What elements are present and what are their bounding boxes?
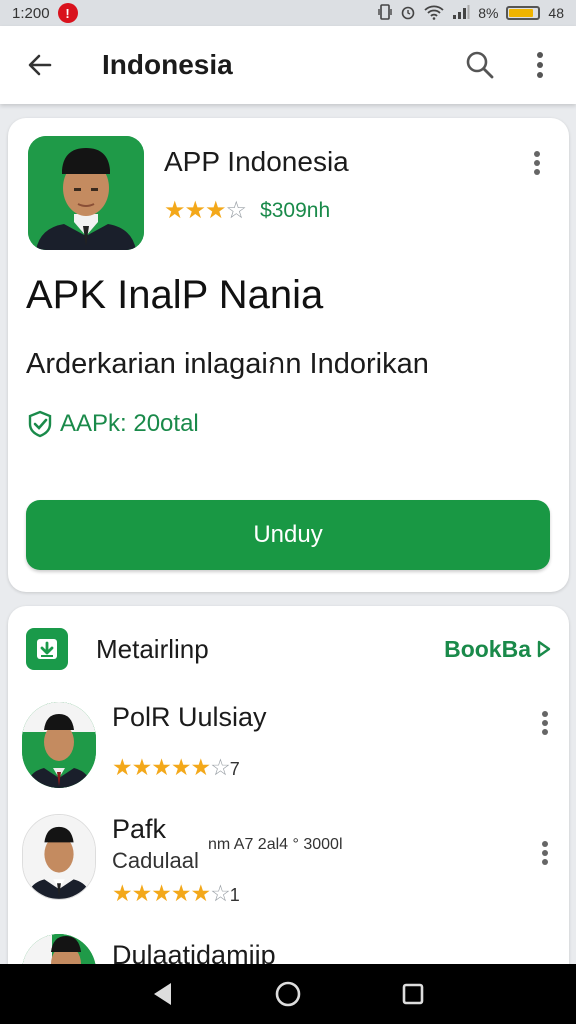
person-portrait-icon	[22, 934, 96, 966]
wifi-icon	[424, 4, 444, 23]
signal-icon	[452, 4, 470, 23]
section-title: Metairlinp	[96, 633, 209, 664]
star-filled-icon: ★	[170, 754, 192, 780]
list-item-name: PolR Uulsiay	[112, 702, 267, 732]
person-portrait-icon	[23, 815, 95, 899]
circle-home-icon	[275, 981, 301, 1007]
search-icon	[466, 51, 494, 79]
list-item-subtitle: Cadulaal	[112, 848, 199, 873]
related-apps-card: Metairlinp BookBa PolR Uulsiay ★★★★★☆7 P…	[8, 606, 569, 966]
star-filled-icon: ★	[190, 754, 212, 780]
see-more-link[interactable]: BookBa	[444, 636, 551, 663]
system-nav-bar	[0, 964, 576, 1024]
app-description: Arderkarian inlagaiกn Indorikan	[26, 348, 429, 380]
star-filled-icon: ★	[131, 880, 153, 906]
item-overflow-button[interactable]	[533, 838, 557, 868]
star-filled-icon: ★	[205, 197, 226, 224]
overflow-menu-button[interactable]	[520, 45, 560, 85]
nav-recents-button[interactable]	[391, 972, 435, 1016]
app-bar: Indonesia	[0, 26, 576, 104]
notification-badge: !	[57, 3, 78, 23]
download-icon	[26, 628, 68, 670]
verified-text: AAPk: 20otal	[60, 410, 199, 437]
star-filled-icon: ★	[184, 197, 206, 224]
nav-home-button[interactable]	[266, 972, 310, 1016]
alarm-icon	[400, 4, 416, 23]
status-time: 1:200	[12, 4, 50, 22]
avatar	[22, 702, 96, 788]
list-item[interactable]: Pafk Cadulaal nm A7 2al4 ° 3000l ★★★★★☆1	[22, 814, 557, 914]
app-name: APP Indonesia	[164, 146, 349, 177]
star-filled-icon: ★	[190, 880, 212, 906]
list-item-stars: ★★★★★☆1	[112, 880, 240, 907]
back-arrow-icon	[28, 54, 52, 76]
star-empty-icon: ☆	[225, 197, 247, 224]
list-item-name: Dulaatidamiip	[112, 940, 276, 966]
app-icon[interactable]	[28, 136, 144, 250]
star-filled-icon: ★	[112, 880, 133, 906]
download-button[interactable]: Unduy	[26, 500, 550, 570]
status-bar: 1:200 ! 8% 48	[0, 0, 576, 26]
play-arrow-icon	[537, 640, 551, 658]
square-recents-icon	[403, 983, 424, 1005]
star-filled-icon: ★	[131, 754, 153, 780]
signal-text: 48	[548, 5, 564, 21]
app-headline: APK InalP Nania	[26, 273, 324, 317]
star-empty-icon: ☆	[210, 754, 231, 780]
see-more-label: BookBa	[444, 635, 531, 662]
rating-row: ★★★☆ $309nh	[164, 196, 330, 225]
item-overflow-button[interactable]	[533, 708, 557, 738]
more-vert-icon	[542, 841, 548, 865]
star-filled-icon: ★	[112, 754, 133, 780]
list-item-stars: ★★★★★☆7	[112, 754, 240, 781]
star-filled-icon: ★	[170, 880, 192, 906]
check-badge-icon	[28, 410, 52, 438]
list-item[interactable]: Dulaatidamiip	[22, 934, 557, 966]
person-portrait-icon	[22, 702, 96, 788]
card-overflow-button[interactable]	[523, 148, 551, 178]
triangle-back-icon	[153, 983, 171, 1005]
star-empty-icon: ☆	[210, 880, 231, 906]
list-item[interactable]: PolR Uulsiay ★★★★★☆7	[22, 702, 557, 802]
star-filled-icon: ★	[164, 197, 185, 224]
star-filled-icon: ★	[151, 754, 172, 780]
app-card: APP Indonesia ★★★☆ $309nh APK InalP Nani…	[8, 118, 569, 592]
avatar	[22, 934, 96, 966]
more-vert-icon	[537, 52, 543, 78]
more-vert-icon	[534, 151, 540, 175]
back-button[interactable]	[20, 45, 60, 85]
list-item-name: Pafk	[112, 814, 167, 844]
nav-back-button[interactable]	[141, 972, 185, 1016]
page-title: Indonesia	[102, 49, 233, 80]
person-portrait-icon	[28, 136, 144, 250]
vibrate-icon	[378, 3, 392, 23]
battery-icon	[506, 6, 541, 20]
verified-row: AAPk: 20otal	[26, 410, 199, 438]
list-item-meta: nm A7 2al4 ° 3000l	[208, 836, 343, 853]
rating-stars: ★★★☆	[164, 196, 247, 225]
star-filled-icon: ★	[151, 880, 172, 906]
battery-text: 8%	[478, 5, 499, 21]
avatar	[22, 814, 96, 900]
price-label: $309nh	[260, 198, 331, 222]
search-button[interactable]	[460, 45, 500, 85]
rating-suffix: 7	[229, 759, 240, 779]
more-vert-icon	[542, 711, 548, 735]
section-header: Metairlinp BookBa	[26, 628, 551, 670]
rating-suffix: 1	[229, 885, 240, 905]
